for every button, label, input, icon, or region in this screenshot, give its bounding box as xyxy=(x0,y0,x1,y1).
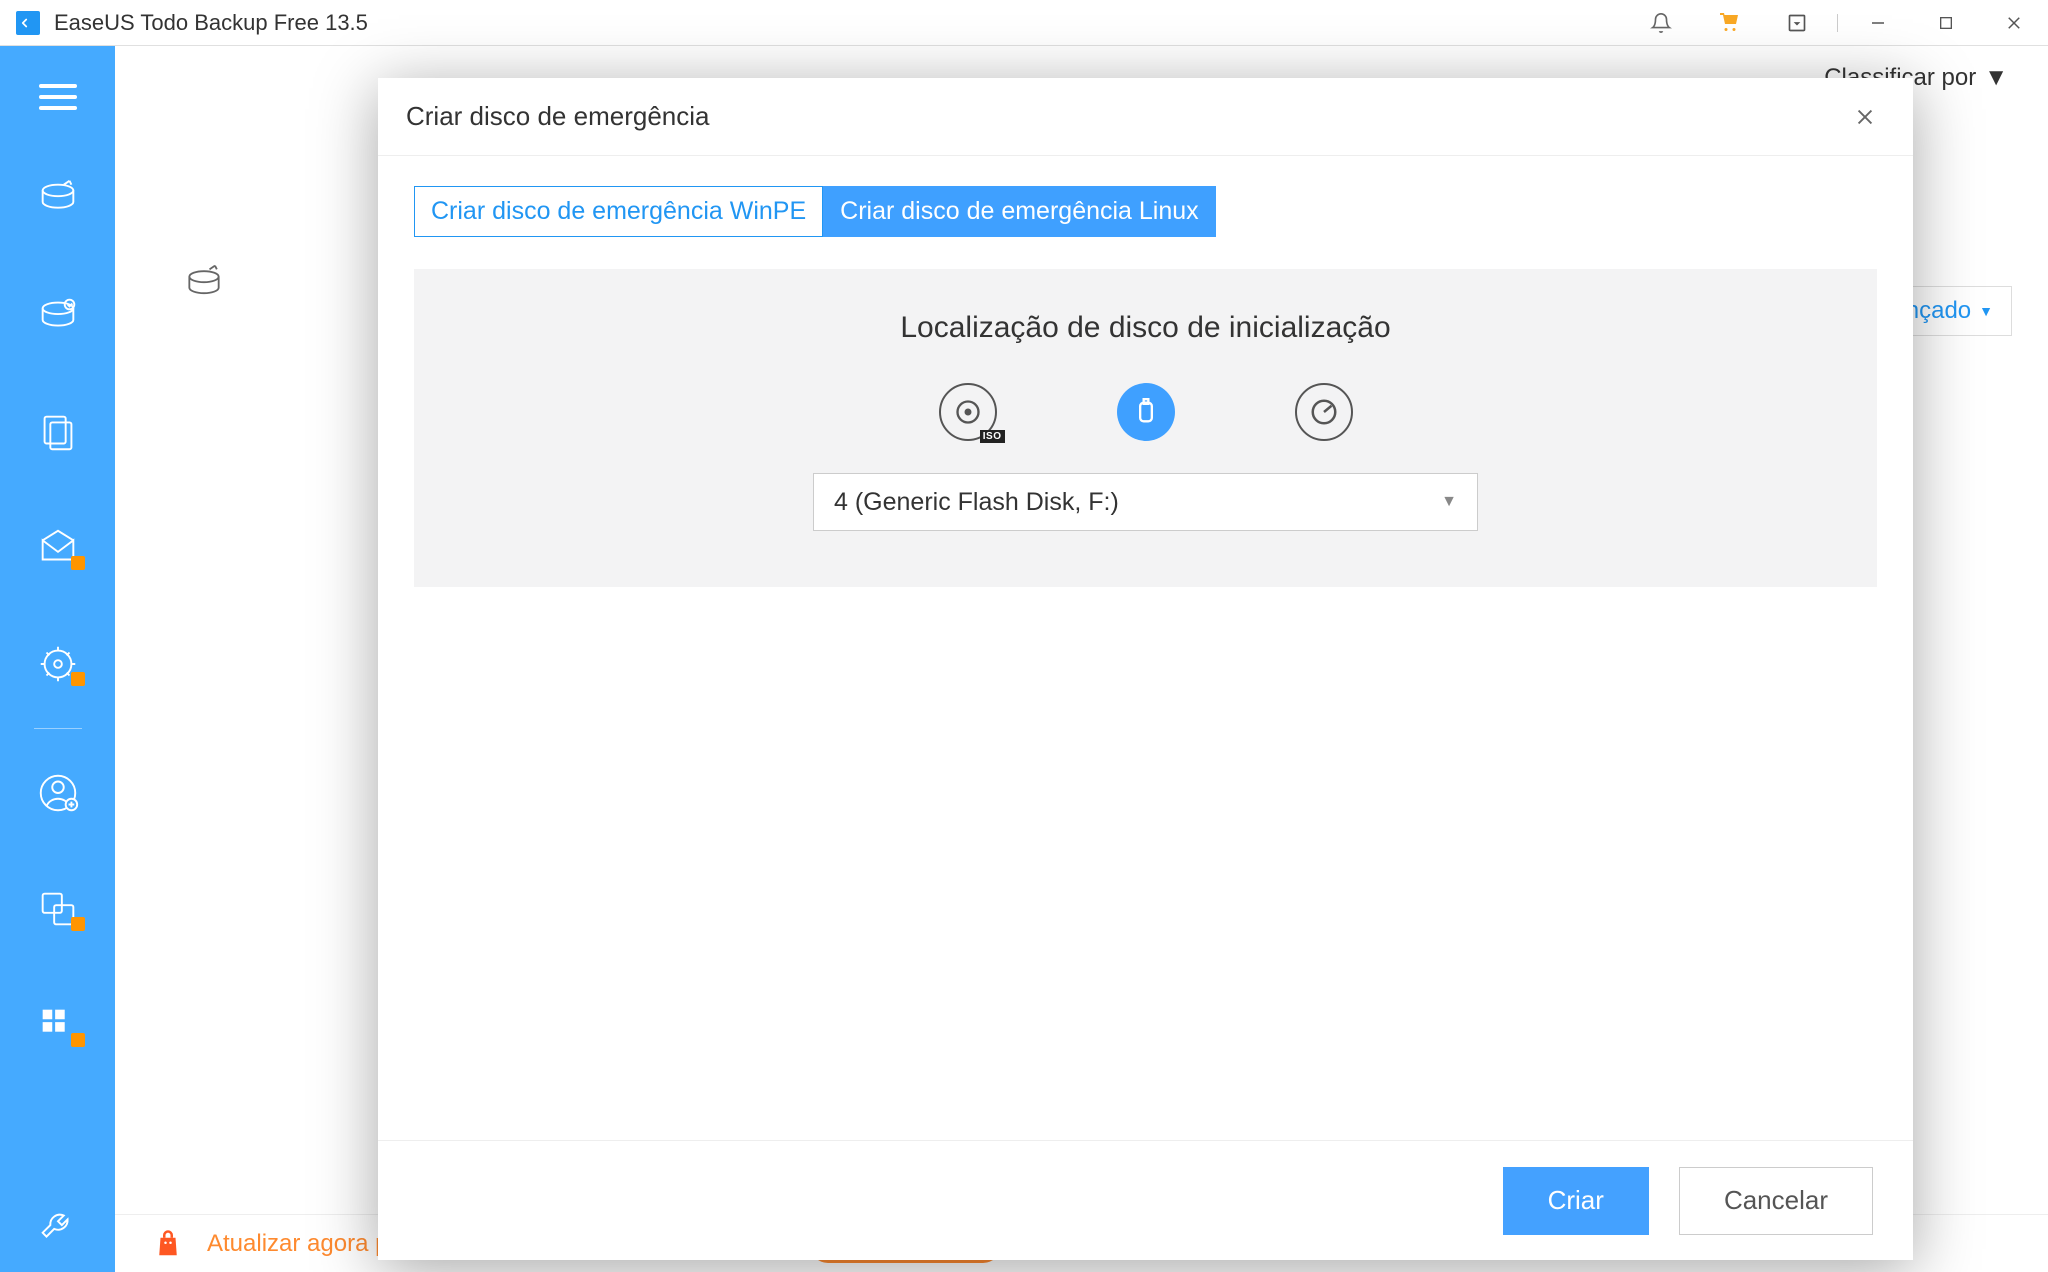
iso-option[interactable]: ISO xyxy=(939,383,997,441)
boot-location-panel: Localização de disco de inicialização IS… xyxy=(414,269,1877,587)
usb-option[interactable] xyxy=(1117,383,1175,441)
titlebar: EaseUS Todo Backup Free 13.5 xyxy=(0,0,2048,46)
lock-badge-icon xyxy=(71,672,85,686)
caret-down-icon: ▼ xyxy=(1441,493,1457,511)
titlebar-divider xyxy=(1837,14,1838,32)
sidebar-menu-toggle[interactable] xyxy=(0,52,115,142)
content-area: Classificar por ▼ Avançado ▼ Criar disco… xyxy=(115,46,2048,1272)
dialog-header: Criar disco de emergência xyxy=(378,78,1913,156)
create-button[interactable]: Criar xyxy=(1503,1167,1649,1235)
shopping-bag-icon xyxy=(153,1229,183,1259)
sidebar-item-settings[interactable] xyxy=(0,1182,115,1272)
caret-down-icon: ▼ xyxy=(1979,303,1993,319)
cancel-button[interactable]: Cancelar xyxy=(1679,1167,1873,1235)
sidebar-item-mail-backup[interactable] xyxy=(0,490,115,606)
close-dialog-button[interactable] xyxy=(1845,97,1885,137)
emergency-disk-dialog: Criar disco de emergência Criar disco de… xyxy=(378,78,1913,1260)
sidebar-separator xyxy=(34,728,82,729)
dialog-footer: Criar Cancelar xyxy=(378,1140,1913,1260)
app-logo-icon xyxy=(16,11,40,35)
iso-badge: ISO xyxy=(980,430,1005,443)
sidebar-item-account[interactable] xyxy=(0,735,115,851)
sidebar-item-file-backup[interactable] xyxy=(0,374,115,490)
notifications-button[interactable] xyxy=(1627,0,1695,45)
disk-type-tabs: Criar disco de emergência WinPE Criar di… xyxy=(414,186,1877,237)
maximize-button[interactable] xyxy=(1912,0,1980,45)
disk-select[interactable]: 4 (Generic Flash Disk, F:) ▼ xyxy=(813,473,1478,531)
lock-badge-icon xyxy=(71,1033,85,1047)
minimize-button[interactable] xyxy=(1844,0,1912,45)
sidebar-item-tools[interactable] xyxy=(0,967,115,1083)
caret-down-icon: ▼ xyxy=(1984,64,2008,92)
lock-badge-icon xyxy=(71,556,85,570)
sidebar-item-system-backup[interactable] xyxy=(0,258,115,374)
dialog-title: Criar disco de emergência xyxy=(406,101,709,132)
close-window-button[interactable] xyxy=(1980,0,2048,45)
sidebar-item-disk-backup[interactable] xyxy=(0,142,115,258)
cd-option[interactable] xyxy=(1295,383,1353,441)
disk-icon xyxy=(179,262,229,311)
tab-linux[interactable]: Criar disco de emergência Linux xyxy=(823,186,1216,237)
tab-winpe[interactable]: Criar disco de emergência WinPE xyxy=(414,186,823,237)
cart-button[interactable] xyxy=(1695,0,1763,45)
sidebar-item-smart-backup[interactable] xyxy=(0,606,115,722)
app-title: EaseUS Todo Backup Free 13.5 xyxy=(54,10,368,36)
select-value: 4 (Generic Flash Disk, F:) xyxy=(834,488,1119,517)
sidebar xyxy=(0,46,115,1272)
menu-dropdown-button[interactable] xyxy=(1763,0,1831,45)
sidebar-item-clone[interactable] xyxy=(0,851,115,967)
panel-title: Localização de disco de inicialização xyxy=(414,311,1877,345)
lock-badge-icon xyxy=(71,917,85,931)
